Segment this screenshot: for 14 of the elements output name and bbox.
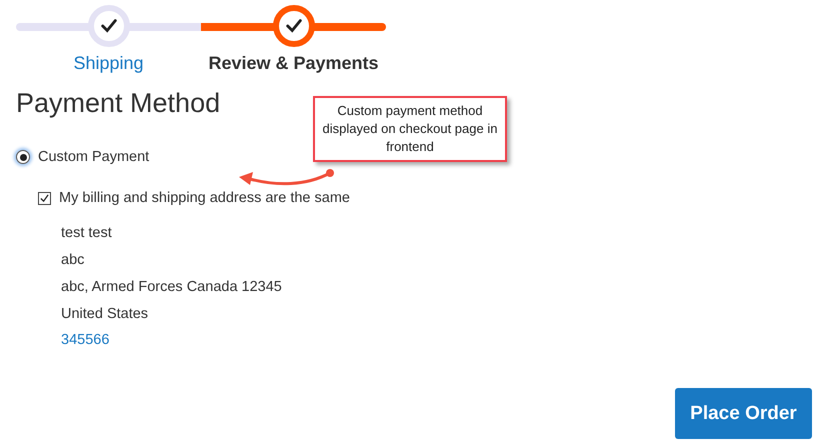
address-line: abc [61, 251, 84, 270]
step-label: Review & Payments [208, 53, 379, 74]
phone-link[interactable]: 345566 [61, 332, 110, 348]
radio-button[interactable] [16, 150, 30, 164]
address-line: abc, Armed Forces Canada 12345 [61, 278, 282, 297]
step-label[interactable]: Shipping [73, 53, 144, 74]
payment-option-label[interactable]: Custom Payment [38, 149, 150, 165]
place-order-button[interactable]: Place Order [675, 388, 812, 439]
section-heading: Payment Method [16, 88, 220, 119]
address-line: United States [61, 305, 148, 324]
checkbox-label[interactable]: My billing and shipping address are the same [59, 190, 350, 206]
checkbox[interactable] [38, 192, 51, 204]
address-line: test test [61, 224, 112, 243]
annotation-callout: Custom payment method displayed on checkout page in frontend [313, 96, 507, 162]
